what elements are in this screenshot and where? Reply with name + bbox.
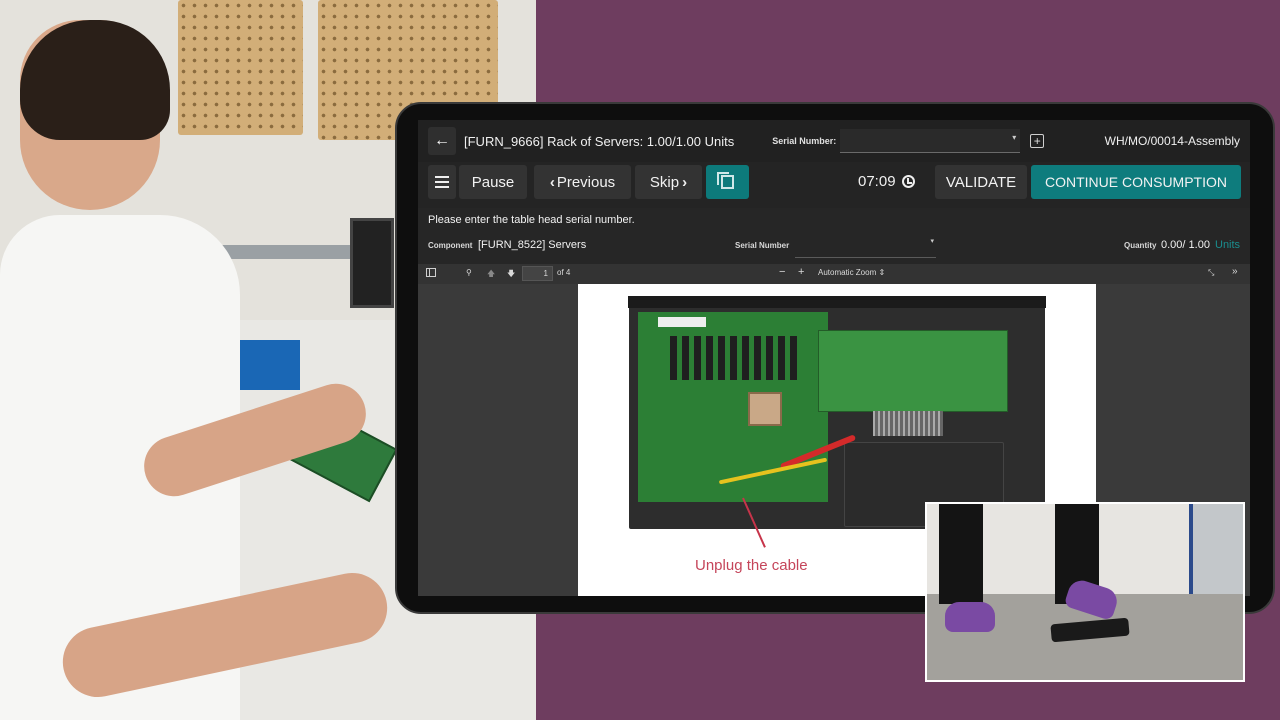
validate-button[interactable]: VALIDATE [935,165,1027,199]
step-instruction: Please enter the table head serial numbe… [428,214,635,226]
quantity-value: 0.00/ 1.00 [1161,239,1210,251]
blue-bin [235,340,300,390]
page-down-icon[interactable]: 🡇 [507,268,515,282]
technician-head [20,20,170,210]
pdf-toolbar: ⚲ 🡅 🡇 1 of 4 − + Automatic Zoom ⇕ ⤡ » [418,264,1250,284]
memory-slot [790,336,797,380]
component-row: Component [FURN_8522] Servers Serial Num… [418,236,1250,258]
timer-value: 07:09 [858,173,896,190]
serial-number-label: Serial Number: [772,136,837,146]
copy-icon [717,172,734,189]
previous-label: Previous [556,173,616,191]
timer: 07:09 [858,173,915,190]
previous-button[interactable]: ‹ Previous [534,165,631,199]
zoom-select[interactable]: Automatic Zoom ⇕ [818,268,885,277]
sidebar-toggle-icon[interactable] [426,268,436,277]
fullscreen-icon[interactable]: ⤡ [1208,268,1214,278]
expansion-board [818,330,1008,412]
technician-hair [20,20,170,140]
mo-reference: WH/MO/00014-Assembly [1104,134,1240,148]
memory-slot [682,336,689,380]
pause-button[interactable]: Pause [459,165,527,199]
shelf-rack [1189,504,1243,594]
hamburger-icon [435,176,449,188]
chassis-lid [628,296,1046,308]
skip-label: Skip [649,173,680,191]
zoom-in-icon[interactable]: + [798,266,804,278]
quantity-unit: Units [1215,239,1241,251]
memory-slot [778,336,785,380]
pegboard-left [178,0,303,135]
left-shoe [945,602,995,632]
continue-consumption-button[interactable]: CONTINUE CONSUMPTION [1031,165,1241,199]
skip-button[interactable]: Skip › [635,165,702,199]
serial-sticker [658,317,706,327]
component-serial-select[interactable]: ▾ [795,236,936,258]
left-leg [939,504,983,604]
annotation-text: Unplug the cable [695,557,808,574]
memory-slot [706,336,713,380]
foot-pedal-camera-inset [925,502,1245,682]
quantity-label: Quantity [1124,241,1157,250]
work-order-header: ← [FURN_9666] Rack of Servers: 1.00/1.00… [418,120,1250,162]
chevron-left-icon: ‹ [549,173,555,191]
menu-button[interactable] [428,165,456,199]
serial-label: Serial Number [735,241,790,250]
cpu-chip [748,392,782,426]
zoom-out-icon[interactable]: − [779,266,785,278]
page-up-icon[interactable]: 🡅 [487,268,495,282]
component-value: [FURN_8522] Servers [478,239,587,251]
component-label: Component [428,241,473,250]
caret-down-icon: ▾ [1012,133,1017,142]
memory-slot [754,336,761,380]
memory-slot [718,336,725,380]
caret-down-icon: ▾ [930,238,934,245]
arrow-left-icon: ← [434,132,450,149]
zoom-value: Automatic Zoom [818,268,877,277]
chevron-right-icon: › [682,173,688,191]
workshop-monitor [350,218,394,308]
memory-slot [694,336,701,380]
more-tools-icon[interactable]: » [1232,266,1238,277]
memory-slot [742,336,749,380]
serial-number-select[interactable]: ▾ [840,129,1021,153]
page-total: of 4 [557,268,571,277]
memory-slot [730,336,737,380]
memory-slot [670,336,677,380]
clock-icon[interactable] [901,175,915,188]
back-button[interactable]: ← [428,127,456,155]
page-number-input[interactable]: 1 [522,266,553,281]
search-icon[interactable]: ⚲ [466,268,472,277]
work-order-title: [FURN_9666] Rack of Servers: 1.00/1.00 U… [464,133,735,149]
memory-slot [766,336,773,380]
copy-button[interactable] [706,165,749,199]
updown-icon: ⇕ [878,268,886,277]
add-serial-icon[interactable]: + [1030,134,1045,148]
heatsink [873,411,943,436]
action-toolbar: Pause ‹ Previous Skip › 07:09 VALIDATE C… [418,162,1250,208]
